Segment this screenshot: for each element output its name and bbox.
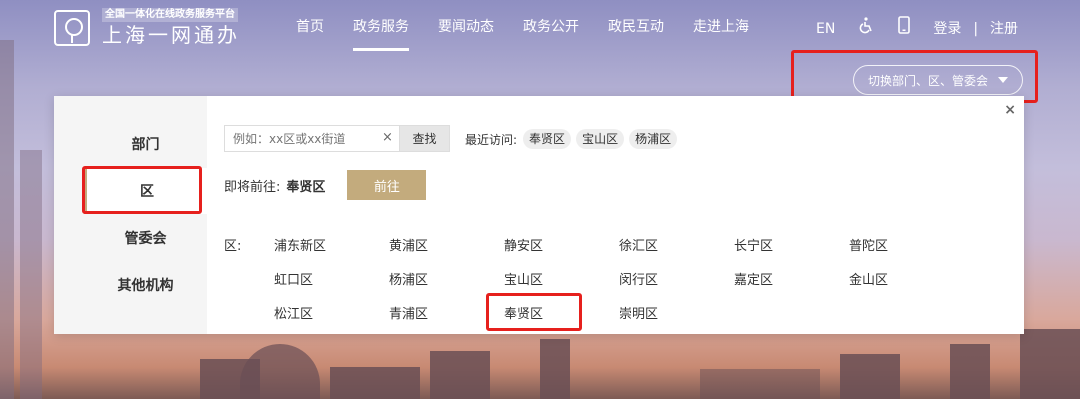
district-item[interactable]: 黄浦区 xyxy=(389,235,428,254)
tab-departments[interactable]: 部门 xyxy=(84,121,207,167)
district-item[interactable]: 普陀区 xyxy=(849,235,888,254)
panel-content: × 查找 最近访问: 奉贤区 宝山区 杨浦区 即将前往: 奉贤区 前往 区: 浦… xyxy=(224,96,1024,334)
recent-visits: 最近访问: 奉贤区 宝山区 杨浦区 xyxy=(465,129,682,149)
district-item[interactable]: 长宁区 xyxy=(734,235,773,254)
recent-visit-tag[interactable]: 奉贤区 xyxy=(523,129,572,149)
logo-subtitle: 全国一体化在线政务服务平台 xyxy=(102,8,238,22)
recent-visit-tag[interactable]: 宝山区 xyxy=(576,129,625,149)
district-search-input[interactable] xyxy=(224,125,399,152)
nav-interaction[interactable]: 政民互动 xyxy=(608,16,664,38)
goto-row: 即将前往: 奉贤区 前往 xyxy=(224,170,427,200)
header-separator: | xyxy=(973,20,979,37)
clear-icon[interactable]: × xyxy=(382,130,393,145)
district-item[interactable]: 浦东新区 xyxy=(274,235,326,254)
tab-other-orgs[interactable]: 其他机构 xyxy=(84,262,207,308)
nav-about-shanghai[interactable]: 走进上海 xyxy=(693,16,749,38)
district-search: × 查找 xyxy=(224,125,450,152)
district-item[interactable]: 崇明区 xyxy=(619,303,658,322)
mobile-phone-icon[interactable] xyxy=(897,16,911,41)
district-item[interactable]: 青浦区 xyxy=(389,303,428,322)
search-button[interactable]: 查找 xyxy=(399,125,450,152)
nav-home[interactable]: 首页 xyxy=(296,16,324,38)
tab-districts[interactable]: 区 xyxy=(84,168,207,214)
district-item[interactable]: 嘉定区 xyxy=(734,269,773,288)
district-list-label: 区: xyxy=(224,239,242,254)
register-link[interactable]: 注册 xyxy=(990,18,1018,40)
recent-visits-label: 最近访问: xyxy=(465,132,518,147)
org-switch-panel: 部门 区 管委会 其他机构 × × 查找 最近访问: 奉贤区 宝山区 杨浦区 即… xyxy=(54,96,1024,334)
header-tools: EN 登录 | 注册 xyxy=(816,16,1018,41)
goto-value: 奉贤区 xyxy=(286,179,326,195)
panel-sidebar: 部门 区 管委会 其他机构 xyxy=(54,96,207,334)
district-item[interactable]: 松江区 xyxy=(274,303,313,322)
logo-mark-icon xyxy=(54,10,90,46)
tab-admin-committees[interactable]: 管委会 xyxy=(84,215,207,261)
switch-org-label: 切换部门、区、管委会 xyxy=(868,73,989,88)
wheelchair-icon[interactable] xyxy=(857,16,875,41)
district-item[interactable]: 虹口区 xyxy=(274,269,313,288)
logo-title: 上海一网通办 xyxy=(102,23,240,47)
district-item[interactable]: 宝山区 xyxy=(504,269,543,288)
district-item[interactable]: 闵行区 xyxy=(619,269,658,288)
district-item[interactable]: 徐汇区 xyxy=(619,235,658,254)
main-nav: 首页 政务服务 要闻动态 政务公开 政民互动 走进上海 xyxy=(296,16,778,51)
district-item[interactable]: 杨浦区 xyxy=(389,269,428,288)
nav-news[interactable]: 要闻动态 xyxy=(438,16,494,38)
login-link[interactable]: 登录 xyxy=(933,18,961,40)
language-toggle[interactable]: EN xyxy=(816,18,835,40)
district-item[interactable]: 金山区 xyxy=(849,269,888,288)
nav-gov-services[interactable]: 政务服务 xyxy=(353,16,409,51)
district-item-selected[interactable]: 奉贤区 xyxy=(504,303,543,322)
goto-label: 即将前往: xyxy=(224,179,281,195)
nav-gov-affairs[interactable]: 政务公开 xyxy=(523,16,579,38)
site-logo[interactable]: 全国一体化在线政务服务平台 上海一网通办 xyxy=(54,8,254,48)
goto-button[interactable]: 前往 xyxy=(347,170,427,200)
recent-visit-tag[interactable]: 杨浦区 xyxy=(629,129,678,149)
switch-org-button[interactable]: 切换部门、区、管委会 xyxy=(853,65,1023,95)
district-item[interactable]: 静安区 xyxy=(504,235,543,254)
site-header: 全国一体化在线政务服务平台 上海一网通办 首页 政务服务 要闻动态 政务公开 政… xyxy=(0,0,1080,56)
caret-down-icon xyxy=(998,77,1009,83)
